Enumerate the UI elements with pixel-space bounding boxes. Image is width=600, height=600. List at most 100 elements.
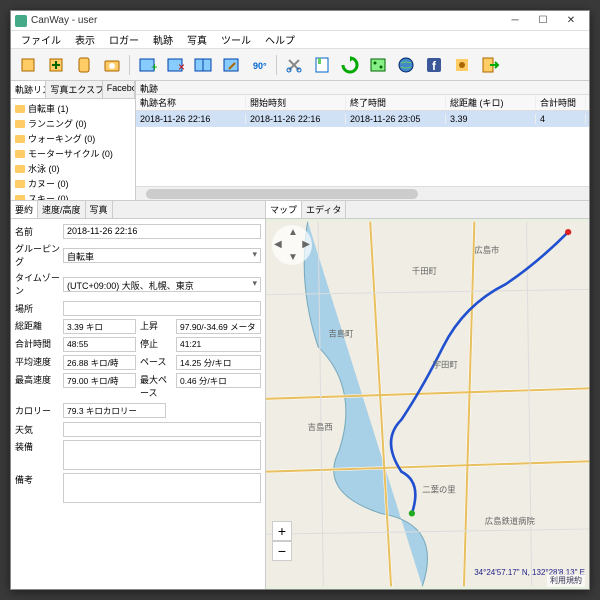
tool-refresh-icon[interactable] (337, 52, 363, 78)
tool-gps-icon[interactable] (71, 52, 97, 78)
map-view[interactable]: 千田町 吉島町 宇田町 吉島西 二葉の里 広島市 広島鉄道病院 ▲ ▼ ◀ ▶ (266, 219, 589, 589)
tab-summary[interactable]: 要約 (11, 201, 38, 218)
grid-header: 軌跡名称 開始時刻 終了時間 総距離 (キロ) 合計時間 (136, 95, 589, 111)
tool-exit-icon[interactable] (477, 52, 503, 78)
titlebar: CanWay - user ─ ☐ ✕ (11, 11, 589, 31)
folder-icon (15, 195, 25, 201)
map-pan-control[interactable]: ▲ ▼ ◀ ▶ (272, 225, 312, 265)
tool-edit-icon[interactable] (218, 52, 244, 78)
tool-facebook-icon[interactable]: f (421, 52, 447, 78)
tool-cut-icon[interactable] (281, 52, 307, 78)
svg-text:広島市: 広島市 (474, 245, 499, 255)
category-tree: 自転車 (1) ランニング (0) ウォーキング (0) モーターサイクル (0… (11, 99, 135, 200)
weather-field[interactable] (63, 422, 261, 437)
max-pace-value: 0.46 分/キロ (176, 373, 261, 388)
tool-settings-icon[interactable] (449, 52, 475, 78)
tab-photo-explorer[interactable]: 写真エクスプローラ (46, 81, 102, 98)
close-button[interactable]: ✕ (557, 12, 585, 30)
tree-item[interactable]: 水泳 (0) (13, 161, 133, 176)
folder-icon (15, 105, 25, 113)
svg-text:千田町: 千田町 (412, 266, 437, 276)
svg-text:90°: 90° (253, 61, 267, 71)
max-speed-value: 79.00 キロ/時 (63, 373, 136, 388)
tool-bookmark-icon[interactable] (309, 52, 335, 78)
timezone-select[interactable]: (UTC+09:00) 大阪、札幌、東京 (63, 277, 261, 292)
tree-item[interactable]: カヌー (0) (13, 176, 133, 191)
tab-map[interactable]: マップ (266, 201, 302, 218)
horizontal-scrollbar[interactable] (136, 186, 589, 200)
tab-editor[interactable]: エディタ (302, 201, 346, 218)
svg-text:×: × (178, 60, 185, 74)
tool-rotate-icon[interactable]: 90° (246, 52, 272, 78)
menu-track[interactable]: 軌跡 (147, 31, 179, 48)
map-panel: マップ エディタ 千田町 吉島町 宇田町 吉島西 二葉の里 (266, 201, 589, 589)
table-row[interactable]: 2018-11-26 22:16 2018-11-26 22:16 2018-1… (136, 111, 589, 127)
tool-download-icon[interactable] (15, 52, 41, 78)
folder-icon (15, 150, 25, 158)
tool-earth-icon[interactable] (393, 52, 419, 78)
map-canvas: 千田町 吉島町 宇田町 吉島西 二葉の里 広島市 広島鉄道病院 (266, 219, 589, 589)
tab-speed[interactable]: 速度/高度 (38, 201, 86, 218)
sidebar: 軌跡リスト 写真エクスプローラ Facebook 自転車 (1) ランニング (… (11, 81, 136, 200)
track-header: 軌跡 (136, 81, 589, 95)
place-field[interactable] (63, 301, 261, 316)
tree-item[interactable]: モーターサイクル (0) (13, 146, 133, 161)
detail-panel: 要約 速度/高度 写真 名前2018-11-26 22:16 グルーピング自転車… (11, 201, 266, 589)
avg-speed-value: 26.88 キロ/時 (63, 355, 136, 370)
tree-item[interactable]: スキー (0) (13, 191, 133, 200)
tree-item[interactable]: ウォーキング (0) (13, 131, 133, 146)
zoom-out-button[interactable]: − (272, 541, 292, 561)
menubar: ファイル 表示 ロガー 軌跡 写真 ツール ヘルプ (11, 31, 589, 49)
tool-add-icon[interactable]: + (134, 52, 160, 78)
equipment-field[interactable] (63, 440, 261, 470)
tab-facebook[interactable]: Facebook (103, 81, 135, 98)
map-attribution[interactable]: 利用規約 (547, 574, 585, 587)
svg-text:宇田町: 宇田町 (433, 360, 458, 370)
folder-icon (15, 120, 25, 128)
menu-help[interactable]: ヘルプ (259, 31, 301, 48)
tool-share-icon[interactable] (365, 52, 391, 78)
name-field[interactable]: 2018-11-26 22:16 (63, 224, 261, 239)
elevation-value: 97.90/-34.69 メータ (176, 319, 261, 334)
tree-item[interactable]: 自転車 (1) (13, 101, 133, 116)
svg-text:二葉の里: 二葉の里 (422, 485, 455, 495)
minimize-button[interactable]: ─ (501, 12, 529, 30)
memo-field[interactable] (63, 473, 261, 503)
zoom-in-button[interactable]: + (272, 521, 292, 541)
svg-text:広島鉄道病院: 広島鉄道病院 (485, 516, 536, 526)
tab-photo[interactable]: 写真 (86, 201, 113, 218)
group-select[interactable]: 自転車 (63, 248, 261, 263)
distance-value: 3.39 キロ (63, 319, 136, 334)
run-time-value: 41:21 (176, 337, 261, 352)
total-time-value: 48:55 (63, 337, 136, 352)
maximize-button[interactable]: ☐ (529, 12, 557, 30)
menu-file[interactable]: ファイル (15, 31, 67, 48)
menu-photo[interactable]: 写真 (181, 31, 213, 48)
menu-logger[interactable]: ロガー (103, 31, 145, 48)
folder-icon (15, 180, 25, 188)
tab-track-list[interactable]: 軌跡リスト (11, 81, 46, 98)
svg-text:吉島西: 吉島西 (308, 422, 333, 432)
track-panel: 軌跡 軌跡名称 開始時刻 終了時間 総距離 (キロ) 合計時間 2018-11-… (136, 81, 589, 200)
svg-text:吉島町: 吉島町 (329, 328, 354, 338)
menu-tool[interactable]: ツール (215, 31, 257, 48)
tool-merge-icon[interactable] (190, 52, 216, 78)
app-icon (15, 15, 27, 27)
pan-left-icon[interactable]: ◀ (274, 239, 282, 250)
tool-import-icon[interactable] (43, 52, 69, 78)
folder-icon (15, 135, 25, 143)
pan-down-icon[interactable]: ▼ (288, 252, 298, 263)
tool-camera-icon[interactable] (99, 52, 125, 78)
window-title: CanWay - user (31, 15, 501, 26)
tool-delete-icon[interactable]: × (162, 52, 188, 78)
folder-icon (15, 165, 25, 173)
tree-item[interactable]: ランニング (0) (13, 116, 133, 131)
pan-up-icon[interactable]: ▲ (288, 227, 298, 238)
toolbar: + × 90° f (11, 49, 589, 81)
svg-text:+: + (151, 60, 157, 74)
calorie-value: 79.3 キロカロリー (63, 403, 166, 418)
pan-right-icon[interactable]: ▶ (302, 239, 310, 250)
app-window: CanWay - user ─ ☐ ✕ ファイル 表示 ロガー 軌跡 写真 ツー… (10, 10, 590, 590)
menu-view[interactable]: 表示 (69, 31, 101, 48)
pace-value: 14.25 分/キロ (176, 355, 261, 370)
